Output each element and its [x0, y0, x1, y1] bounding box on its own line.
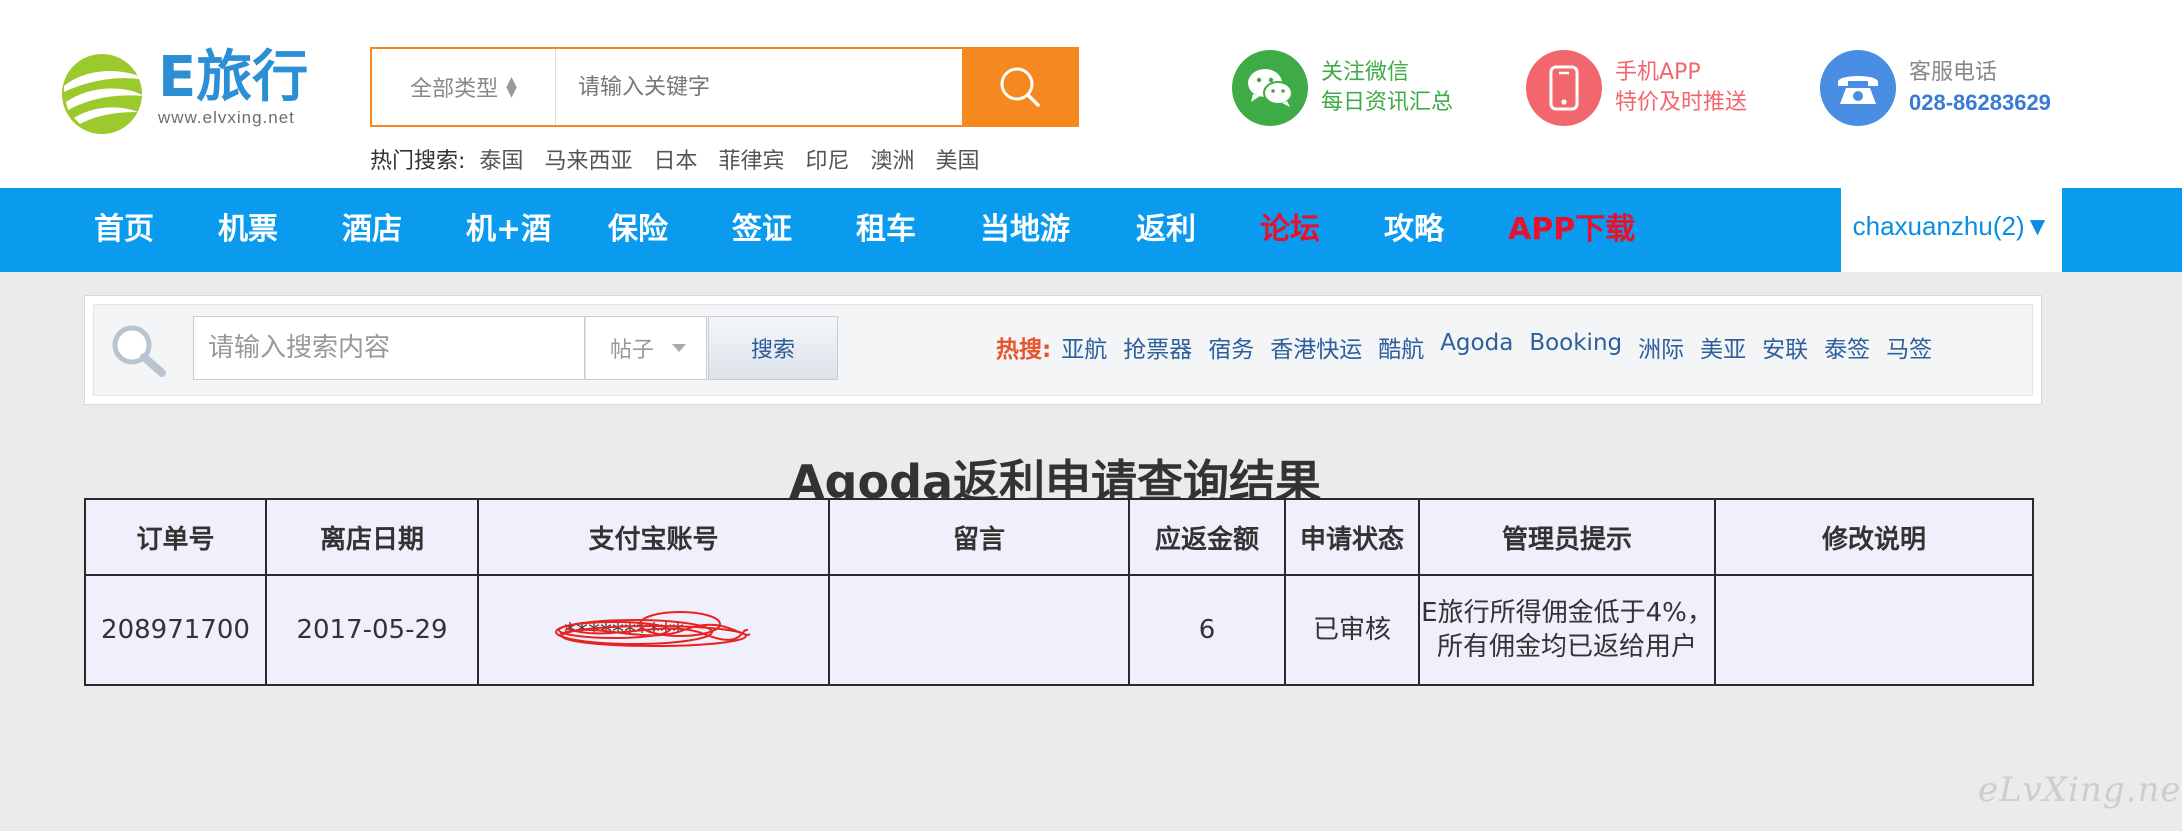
rebate-result-table: 订单号 离店日期 支付宝账号 留言 应返金额 申请状态 管理员提示 修改说明 2…	[84, 498, 2034, 686]
column-header: 修改说明	[1714, 498, 2034, 576]
site-header: E旅行 www.elvxing.net 全部类型 ▲▼ 热门搜索: 泰国 马来西…	[0, 0, 2182, 188]
nav-item-forum[interactable]: 论坛	[1260, 188, 1320, 272]
user-menu[interactable]: chaxuanzhu(2)▼	[1841, 180, 2062, 272]
forum-hot-link[interactable]: 美亚	[1700, 330, 1746, 364]
nav-item-rebate[interactable]: 返利	[1136, 188, 1196, 272]
nav-item-visa[interactable]: 签证	[732, 188, 792, 272]
hot-search-link[interactable]: 马来西亚	[544, 143, 632, 175]
forum-hot-link[interactable]: 洲际	[1638, 330, 1684, 364]
forum-search-input[interactable]	[194, 317, 584, 379]
redacted-scribble: **********	[554, 600, 754, 660]
nav-item-car-rental[interactable]: 租车	[856, 188, 916, 272]
forum-search-type-value: 帖子	[610, 338, 655, 363]
forum-hot-link[interactable]: Booking	[1529, 330, 1622, 364]
forum-hot-link[interactable]: 亚航	[1061, 330, 1107, 364]
logo-domain-text: www.elvxing.net	[158, 108, 295, 127]
forum-hot-label: 热搜:	[996, 337, 1052, 363]
search-button[interactable]	[962, 49, 1077, 125]
column-header: 申请状态	[1284, 498, 1420, 576]
hot-search-label: 热门搜索:	[370, 149, 466, 174]
hot-search-link[interactable]: 泰国	[479, 143, 523, 175]
forum-hot-link[interactable]: Agoda	[1440, 330, 1513, 364]
search-type-select[interactable]: 全部类型 ▲ ▼	[372, 49, 556, 125]
hot-search-row: 热门搜索: 泰国 马来西亚 日本 菲律宾 印尼 澳洲 美国	[370, 143, 1001, 175]
forum-hot-link[interactable]: 马签	[1886, 330, 1932, 364]
logo-swirl-icon	[62, 54, 146, 134]
chevron-down-icon	[672, 344, 687, 352]
amount-cell: 6	[1128, 574, 1286, 686]
nav-item-hotels[interactable]: 酒店	[342, 188, 402, 272]
column-header: 留言	[828, 498, 1130, 576]
forum-hot-link[interactable]: 香港快运	[1270, 330, 1362, 364]
nav-item-flights[interactable]: 机票	[218, 188, 278, 272]
hot-search-link[interactable]: 印尼	[805, 143, 849, 175]
app-promo[interactable]: 手机APP 特价及时推送	[1526, 50, 1747, 126]
alipay-account-cell: **********	[477, 574, 830, 686]
forum-search-type-select[interactable]: 帖子	[585, 316, 707, 380]
wechat-line1: 关注微信	[1321, 60, 1410, 85]
nav-item-insurance[interactable]: 保险	[608, 188, 668, 272]
column-header: 离店日期	[265, 498, 479, 576]
keyword-input[interactable]	[556, 49, 961, 125]
checkout-date-cell: 2017-05-29	[265, 574, 479, 686]
hotline-label: 客服电话	[1909, 60, 1998, 85]
hotline-number: 028-86283629	[1909, 90, 2051, 115]
search-type-value: 全部类型	[410, 77, 499, 102]
forum-hot-link[interactable]: 泰签	[1824, 330, 1870, 364]
hot-search-link[interactable]: 日本	[653, 143, 697, 175]
order-number-cell: 208971700	[84, 574, 267, 686]
column-header: 订单号	[84, 498, 267, 576]
forum-hot-link[interactable]: 安联	[1762, 330, 1808, 364]
message-cell	[828, 574, 1130, 686]
forum-search-button[interactable]: 搜索	[708, 316, 838, 380]
app-line2: 特价及时推送	[1615, 90, 1748, 115]
magnifier-icon	[112, 325, 166, 377]
nav-item-local-tours[interactable]: 当地游	[980, 188, 1070, 272]
site-search-box: 全部类型 ▲ ▼	[370, 47, 1079, 127]
table-row: 208971700 2017-05-29 ********** 6 已审核 E旅…	[84, 574, 2034, 686]
site-logo[interactable]: E旅行 www.elvxing.net	[58, 45, 328, 136]
telephone-icon	[1820, 50, 1896, 126]
wechat-promo[interactable]: 关注微信 每日资讯汇总	[1232, 50, 1453, 126]
nav-item-flight-hotel[interactable]: 机+酒	[466, 188, 551, 272]
hot-search-link[interactable]: 澳洲	[871, 143, 915, 175]
nav-item-app-download[interactable]: APP下载	[1508, 188, 1635, 272]
nav-item-guides[interactable]: 攻略	[1384, 188, 1444, 272]
hotline-promo[interactable]: 客服电话 028-86283629	[1820, 50, 2051, 126]
forum-search-panel: 帖子 搜索 热搜: 亚航 抢票器 宿务 香港快运 酷航 Agoda Bookin…	[84, 295, 2042, 405]
table-header-row: 订单号 离店日期 支付宝账号 留言 应返金额 申请状态 管理员提示 修改说明	[84, 498, 2034, 576]
logo-brand-text: E旅行	[158, 45, 309, 110]
sort-arrows-icon: ▲ ▼	[506, 74, 517, 100]
edit-note-cell	[1714, 574, 2034, 686]
admin-note-cell: E旅行所得佣金低于4%，所有佣金均已返给用户	[1418, 574, 1716, 686]
forum-hot-link[interactable]: 抢票器	[1123, 330, 1192, 364]
search-icon	[1000, 67, 1040, 107]
hot-search-link[interactable]: 美国	[936, 143, 980, 175]
status-cell: 已审核	[1284, 574, 1420, 686]
phone-app-icon	[1526, 50, 1602, 126]
forum-hot-search: 热搜: 亚航 抢票器 宿务 香港快运 酷航 Agoda Booking 洲际 美…	[996, 330, 1948, 364]
hot-search-link[interactable]: 菲律宾	[718, 143, 784, 175]
column-header: 应返金额	[1128, 498, 1286, 576]
forum-search-field	[193, 316, 585, 380]
forum-hot-link[interactable]: 宿务	[1208, 330, 1254, 364]
column-header: 支付宝账号	[477, 498, 830, 576]
watermark: eLvXing.net	[1978, 770, 2182, 810]
app-line1: 手机APP	[1615, 60, 1701, 85]
nav-item-home[interactable]: 首页	[94, 188, 154, 272]
wechat-line2: 每日资讯汇总	[1321, 90, 1454, 115]
wechat-icon	[1232, 50, 1308, 126]
forum-hot-link[interactable]: 酷航	[1378, 330, 1424, 364]
column-header: 管理员提示	[1418, 498, 1716, 576]
